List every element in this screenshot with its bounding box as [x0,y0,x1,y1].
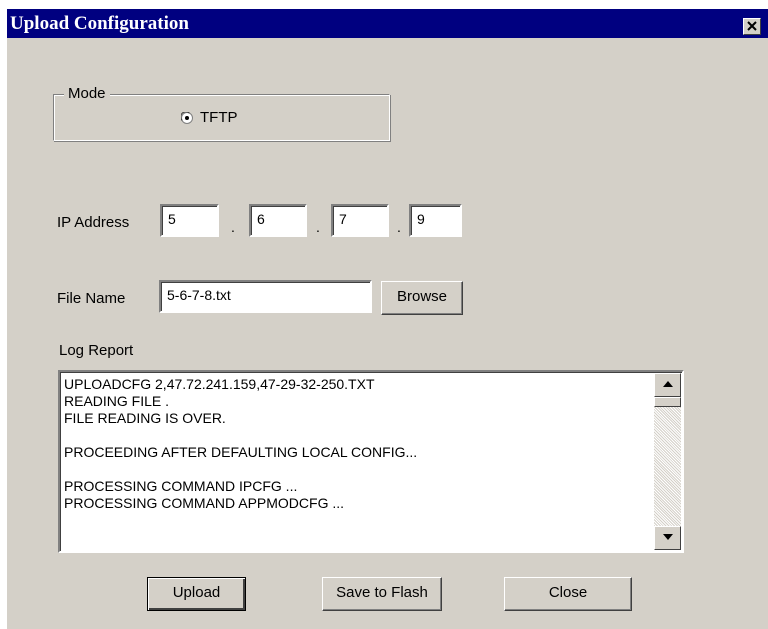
arrow-down-icon [663,534,673,540]
log-line: READING FILE . [64,393,170,409]
file-name-label: File Name [57,290,126,307]
radio-selected-icon[interactable] [181,112,193,124]
log-line: PROCEEDING AFTER DEFAULTING LOCAL CONFIG… [64,444,418,460]
log-line: PROCESSING COMMAND APPMODCFG ... [64,495,345,511]
log-vertical-scrollbar[interactable] [654,373,681,550]
browse-button[interactable]: Browse [381,281,463,315]
ip-dot-3: . [397,219,401,235]
log-report-label: Log Report [59,342,134,359]
close-button[interactable]: Close [504,577,632,611]
window-title: Upload Configuration [10,13,189,34]
ip-address-label: IP Address [57,214,130,231]
log-line: UPLOADCFG 2,47.72.241.159,47-29-32-250.T… [64,376,375,392]
ip-dot-2: . [316,219,320,235]
ip-octet-1-input[interactable]: 5 [160,204,219,237]
save-to-flash-button[interactable]: Save to Flash [322,577,442,611]
log-line: PROCESSING COMMAND IPCFG ... [64,478,298,494]
file-name-input[interactable]: 5-6-7-8.txt [159,280,372,313]
ip-dot-1: . [231,219,235,235]
log-report-textarea[interactable]: UPLOADCFG 2,47.72.241.159,47-29-32-250.T… [58,370,684,553]
ip-octet-3-input[interactable]: 7 [331,204,389,237]
tftp-radio-label[interactable]: TFTP [200,109,238,126]
mode-legend: Mode [64,85,110,102]
upload-configuration-dialog: Upload Configuration Mode TFTP IP Addres… [7,9,768,629]
log-line: FILE READING IS OVER. [64,410,226,426]
title-bar: Upload Configuration [7,9,768,38]
close-window-button[interactable] [743,18,761,35]
scroll-down-button[interactable] [654,526,681,550]
upload-button[interactable]: Upload [147,577,246,611]
mode-groupbox: Mode TFTP [53,85,390,141]
ip-octet-4-input[interactable]: 9 [409,204,462,237]
scroll-thumb[interactable] [654,397,681,407]
close-x-icon [747,21,757,31]
ip-octet-2-input[interactable]: 6 [249,204,307,237]
arrow-up-icon [663,381,673,387]
scroll-up-button[interactable] [654,373,681,397]
log-lines: UPLOADCFG 2,47.72.241.159,47-29-32-250.T… [64,376,654,512]
